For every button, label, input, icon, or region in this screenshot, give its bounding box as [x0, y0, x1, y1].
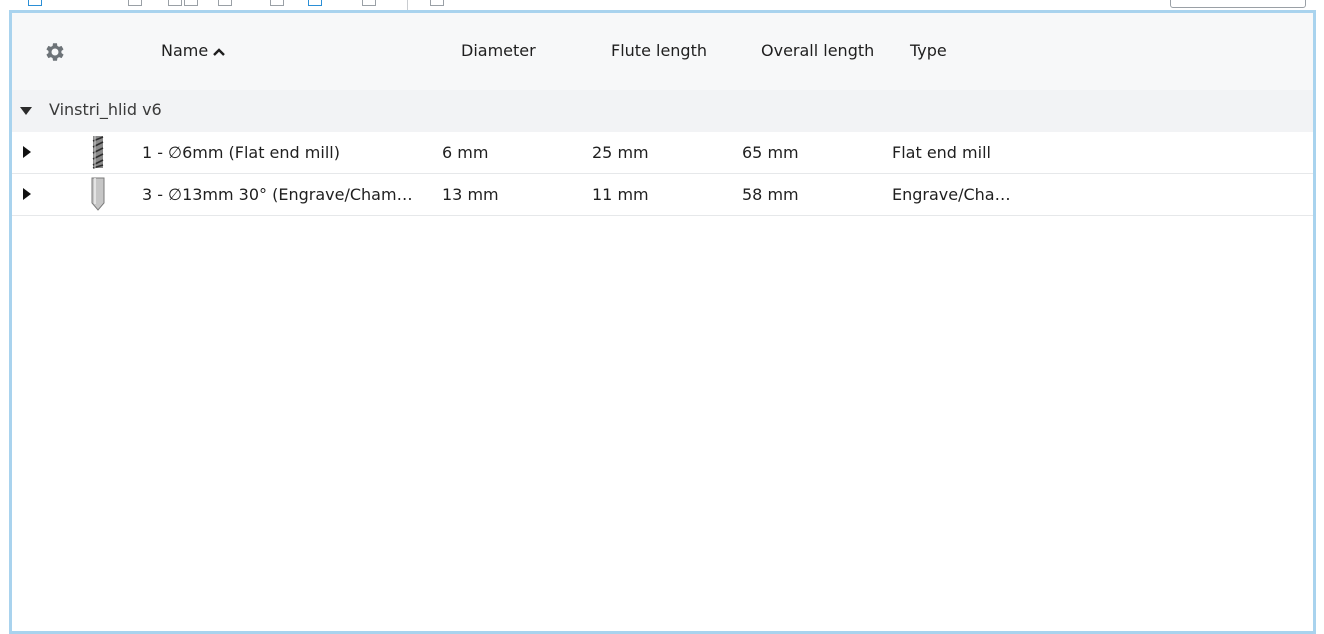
- flat-end-mill-icon: [92, 136, 104, 169]
- tool-type: Flat end mill: [892, 143, 991, 162]
- toolbar-renumber-icon[interactable]: [308, 0, 322, 6]
- table-empty-area: [12, 216, 1313, 631]
- toolbar-paste-icon[interactable]: [184, 0, 198, 6]
- search-input[interactable]: [1170, 0, 1306, 8]
- caret-right-icon[interactable]: [22, 145, 32, 159]
- toolbar-duplicate-icon[interactable]: [168, 0, 182, 6]
- tool-flute-length: 25 mm: [592, 143, 649, 162]
- tool-overall-length: 65 mm: [742, 143, 799, 162]
- tool-overall-length: 58 mm: [742, 185, 799, 204]
- column-header-name-label: Name: [161, 41, 209, 60]
- chevron-up-icon: [213, 47, 226, 56]
- table-header: Name Diameter Flute length Overall lengt…: [12, 13, 1313, 90]
- caret-right-icon[interactable]: [22, 187, 32, 201]
- toolbar-tool-icon[interactable]: [28, 0, 42, 6]
- column-header-overall-length[interactable]: Overall length: [761, 41, 874, 60]
- column-header-name[interactable]: Name: [161, 41, 226, 60]
- tool-diameter: 13 mm: [442, 185, 499, 204]
- group-label: Vinstri_hlid v6: [49, 100, 162, 119]
- tool-diameter: 6 mm: [442, 143, 489, 162]
- column-header-type[interactable]: Type: [910, 41, 947, 60]
- column-header-flute-length[interactable]: Flute length: [611, 41, 707, 60]
- tool-library-panel: Name Diameter Flute length Overall lengt…: [9, 10, 1316, 634]
- toolbar-copy-icon[interactable]: [128, 0, 142, 6]
- engrave-chamfer-mill-icon: [91, 177, 105, 211]
- tool-type: Engrave/Cha…: [892, 185, 1011, 204]
- gear-icon[interactable]: [42, 40, 66, 64]
- table-row[interactable]: 3 - ∅13mm 30° (Engrave/Cham… 13 mm 11 mm…: [12, 174, 1313, 216]
- tool-name: 3 - ∅13mm 30° (Engrave/Cham…: [142, 185, 413, 204]
- top-toolbar: [0, 0, 1324, 10]
- column-header-diameter[interactable]: Diameter: [461, 41, 536, 60]
- group-row[interactable]: Vinstri_hlid v6: [12, 90, 1313, 132]
- toolbar-divider: [407, 0, 408, 10]
- caret-down-icon[interactable]: [19, 106, 33, 116]
- table-row[interactable]: 1 - ∅6mm (Flat end mill) 6 mm 25 mm 65 m…: [12, 132, 1313, 174]
- toolbar-edit-icon[interactable]: [270, 0, 284, 6]
- toolbar-filter-icon[interactable]: [430, 0, 444, 6]
- toolbar-delete-icon[interactable]: [218, 0, 232, 6]
- tool-name: 1 - ∅6mm (Flat end mill): [142, 143, 340, 162]
- tool-flute-length: 11 mm: [592, 185, 649, 204]
- toolbar-export-icon[interactable]: [362, 0, 376, 6]
